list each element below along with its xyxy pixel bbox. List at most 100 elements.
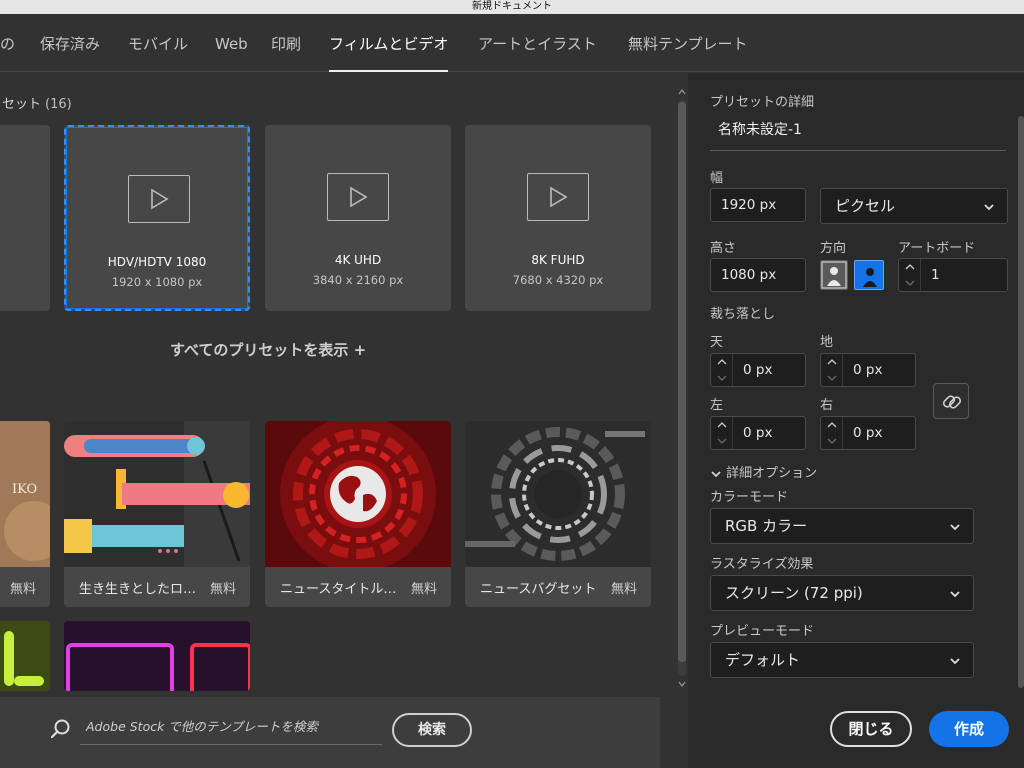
decrement-icon[interactable] (717, 437, 727, 445)
raster-effects-value: スクリーン (72 ppi) (725, 584, 863, 602)
scroll-down-icon[interactable] (678, 680, 686, 688)
height-field[interactable]: 1080 px (710, 258, 806, 292)
presets-heading: セット (16) (2, 93, 72, 112)
window-title: 新規ドキュメント (0, 0, 1024, 14)
preset-card-4k[interactable]: 4K UHD 3840 x 2160 px (265, 125, 451, 311)
template-card-lively[interactable]: 生き生きとしたロ… 無料 (64, 421, 250, 607)
chevron-down-icon (950, 591, 960, 598)
tab-free-templates[interactable]: 無料テンプレート (628, 14, 748, 72)
increment-icon[interactable] (827, 358, 837, 366)
width-field[interactable]: 1920 px (710, 188, 806, 222)
template-thumbnail (465, 421, 651, 567)
link-bleed-button[interactable] (933, 383, 969, 419)
template-price: 無料 (610, 582, 637, 597)
stock-search-input[interactable]: Adobe Stock で他のテンプレートを検索 (80, 713, 382, 745)
portrait-orientation-button[interactable] (820, 260, 848, 290)
portrait-icon (821, 261, 847, 289)
unit-select[interactable]: ピクセル (820, 188, 1008, 224)
height-label: 高さ (710, 241, 737, 256)
decrement-icon[interactable] (827, 437, 837, 445)
video-play-icon (128, 175, 190, 223)
advanced-options-toggle[interactable]: 詳細オプション (710, 462, 817, 481)
chevron-down-icon (711, 470, 721, 477)
chevron-down-icon (950, 658, 960, 665)
template-card-partial[interactable]: IKO 無料 (0, 421, 50, 607)
tab-film-video[interactable]: フィルムとビデオ (329, 14, 449, 72)
preset-card-partial[interactable] (0, 125, 50, 311)
increment-icon[interactable] (905, 263, 915, 271)
video-play-icon (327, 173, 389, 221)
preset-dimensions: 3840 x 2160 px (312, 273, 404, 287)
raster-effects-select[interactable]: スクリーン (72 ppi) (710, 575, 974, 611)
tab-mobile[interactable]: モバイル (128, 14, 188, 72)
artboard-label: アートボード (898, 241, 976, 256)
tab-saved[interactable]: 保存済み (40, 14, 100, 72)
template-card-neon[interactable] (64, 621, 250, 691)
bleed-right-label: 右 (820, 398, 834, 413)
scroll-up-icon[interactable] (678, 88, 686, 96)
presets-scrollbar[interactable] (678, 88, 686, 688)
create-button[interactable]: 作成 (929, 711, 1009, 747)
decrement-icon[interactable] (827, 374, 837, 382)
preview-mode-select[interactable]: デフォルト (710, 642, 974, 678)
preset-name: 4K UHD (334, 253, 382, 267)
preset-dimensions: 1920 x 1080 px (111, 275, 203, 289)
preset-card-8k[interactable]: 8K FUHD 7680 x 4320 px (465, 125, 651, 311)
preset-card-hdv[interactable]: HDV/HDTV 1080 1920 x 1080 px (64, 125, 250, 311)
bleed-left-field[interactable]: 0 px (710, 416, 806, 450)
search-button[interactable]: 検索 (392, 713, 472, 747)
bleed-left-value: 0 px (743, 425, 773, 441)
tab-print[interactable]: 印刷 (271, 14, 301, 72)
preset-name: HDV/HDTV 1080 (107, 255, 207, 269)
scrollbar-thumb[interactable] (678, 102, 686, 662)
template-thumbnail (64, 621, 250, 691)
details-scrollbar[interactable] (1018, 116, 1024, 688)
decrement-icon[interactable] (717, 374, 727, 382)
tab-web[interactable]: Web (215, 14, 248, 72)
template-price: 無料 (410, 582, 437, 597)
color-mode-select[interactable]: RGB カラー (710, 508, 974, 544)
show-all-presets-link[interactable]: すべてのプリセットを表示 + (170, 339, 366, 360)
increment-icon[interactable] (717, 358, 727, 366)
bleed-bottom-value: 0 px (853, 362, 883, 378)
artboard-stepper[interactable] (899, 259, 921, 291)
bleed-left-stepper[interactable] (711, 417, 733, 449)
tab-art-illustration[interactable]: アートとイラスト (478, 14, 597, 72)
svg-text:IKO: IKO (12, 482, 37, 497)
bleed-top-stepper[interactable] (711, 354, 733, 386)
orientation-label: 方向 (820, 241, 847, 256)
bleed-right-stepper[interactable] (821, 417, 843, 449)
bleed-left-label: 左 (710, 398, 724, 413)
bleed-top-value: 0 px (743, 362, 773, 378)
landscape-icon (863, 268, 877, 287)
bleed-label: 裁ち落とし (710, 307, 776, 322)
chevron-down-icon (984, 204, 994, 211)
stock-search-bar: Adobe Stock で他のテンプレートを検索 検索 (0, 697, 660, 768)
template-thumbnail (0, 621, 50, 691)
bleed-bottom-field[interactable]: 0 px (820, 353, 916, 387)
artboard-field[interactable]: 1 (898, 258, 1008, 292)
template-price: 無料 (209, 582, 236, 597)
template-thumbnail: IKO (0, 421, 50, 567)
color-mode-label: カラーモード (710, 490, 789, 505)
presets-area: セット (16) HDV/HDTV 1080 1920 x 1080 px 4K … (0, 73, 674, 768)
video-play-icon (527, 173, 589, 221)
template-card-news-bug[interactable]: ニュースバグセット 無料 (465, 421, 651, 607)
landscape-orientation-button[interactable] (854, 260, 884, 290)
template-price: 無料 (9, 582, 36, 597)
template-card-news-title[interactable]: ニュースタイトル… 無料 (265, 421, 451, 607)
template-thumbnail (265, 421, 451, 567)
document-name-field[interactable]: 名称未設定-1 (710, 113, 1006, 151)
increment-icon[interactable] (717, 421, 727, 429)
increment-icon[interactable] (827, 421, 837, 429)
bleed-bottom-stepper[interactable] (821, 354, 843, 386)
bleed-top-field[interactable]: 0 px (710, 353, 806, 387)
close-button[interactable]: 閉じる (830, 711, 912, 747)
tab-partial[interactable]: の (0, 14, 15, 72)
template-card-green[interactable] (0, 621, 50, 691)
bleed-right-field[interactable]: 0 px (820, 416, 916, 450)
chevron-down-icon (950, 524, 960, 531)
search-icon (50, 719, 70, 739)
presets-title: セット (2, 97, 42, 112)
decrement-icon[interactable] (905, 279, 915, 287)
